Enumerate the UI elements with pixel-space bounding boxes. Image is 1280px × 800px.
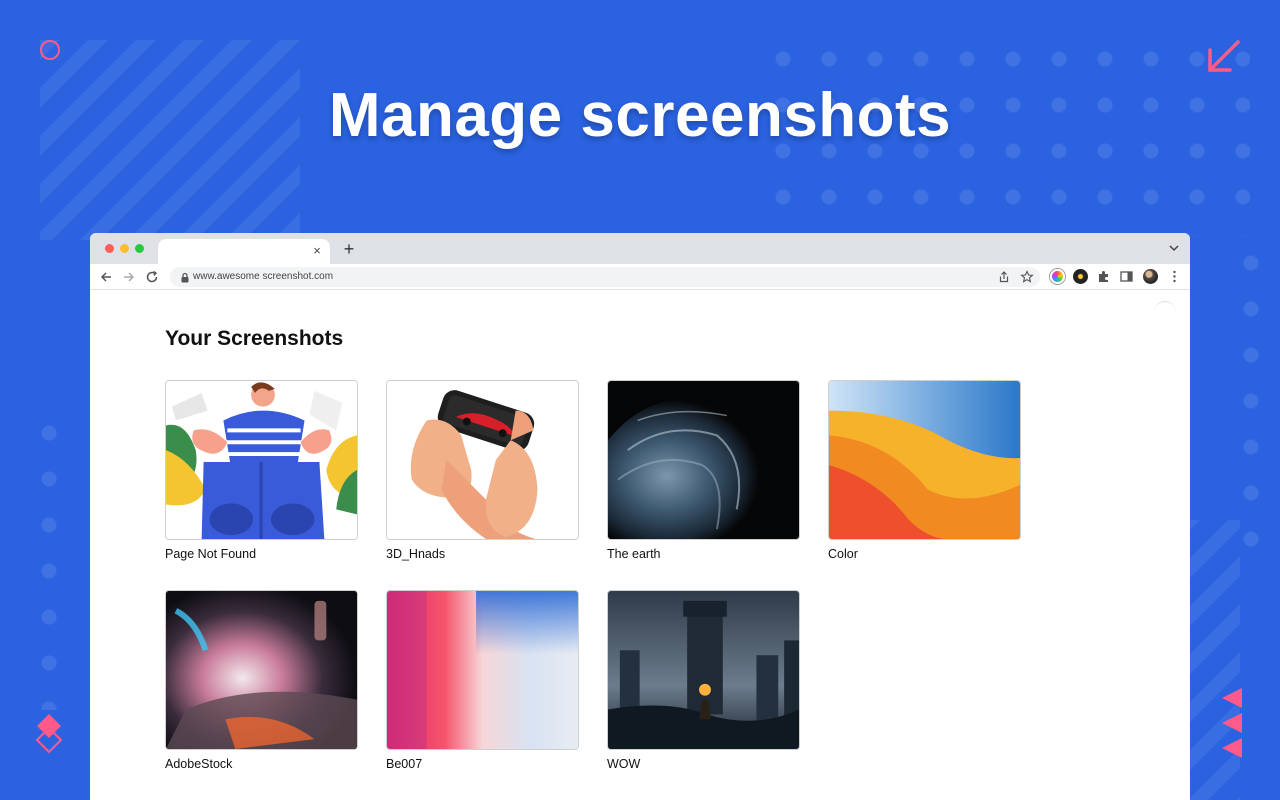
decor-dots-left [26, 410, 76, 710]
lock-icon [181, 272, 189, 283]
chevron-down-icon[interactable] [1168, 242, 1180, 254]
dark-wave-thumbnail[interactable] [607, 380, 800, 540]
triangles-icon [1222, 688, 1242, 758]
screenshot-name[interactable]: Color [828, 547, 1021, 561]
screenshot-card[interactable]: AdobeStock [165, 590, 358, 771]
url-text: www.awesome screenshot.com [193, 271, 334, 282]
headline: Manage screenshots [328, 81, 952, 150]
screenshot-name[interactable]: WOW [607, 757, 800, 771]
minimize-window-button[interactable] [120, 244, 129, 253]
puzzle-extension-icon[interactable] [1096, 269, 1111, 284]
color-waves-thumbnail[interactable] [828, 380, 1021, 540]
share-icon[interactable] [997, 270, 1011, 284]
tab-bar: × + [90, 233, 1190, 264]
screenshot-card[interactable]: Color [828, 380, 1021, 561]
circle-icon [40, 40, 60, 60]
gradient-thumbnail[interactable] [386, 590, 579, 750]
back-arrow-icon[interactable] [98, 269, 114, 285]
close-window-button[interactable] [105, 244, 114, 253]
side-panel-icon[interactable] [1119, 269, 1134, 284]
maximize-window-button[interactable] [135, 244, 144, 253]
screenshot-card[interactable]: Page Not Found [165, 380, 358, 561]
screenshot-card[interactable]: Be007 [386, 590, 579, 771]
avatar[interactable] [1143, 269, 1158, 284]
reload-icon[interactable] [144, 269, 160, 285]
screenshot-name[interactable]: AdobeStock [165, 757, 358, 771]
page-title: Your Screenshots [165, 327, 344, 350]
corner-arc [1154, 301, 1176, 323]
page-content: Your Screenshots Page Not Found 3D_Hnads… [90, 291, 1190, 800]
decor-dots-right [1228, 240, 1274, 560]
screenshot-name[interactable]: Be007 [386, 757, 579, 771]
camera-extension-icon[interactable] [1073, 269, 1088, 284]
forward-arrow-icon[interactable] [121, 269, 137, 285]
screenshot-card[interactable]: The earth [607, 380, 800, 561]
diamond-icon [35, 714, 63, 754]
fantasy-tower-thumbnail[interactable] [607, 590, 800, 750]
tab-active[interactable]: × [158, 239, 330, 264]
arrow-down-left-icon [1208, 40, 1240, 72]
browser-toolbar: www.awesome screenshot.com [90, 264, 1190, 290]
screenshot-card[interactable]: 3D_Hnads [386, 380, 579, 561]
hands-phone-thumbnail[interactable] [386, 380, 579, 540]
screenshot-name[interactable]: Page Not Found [165, 547, 358, 561]
splash-thumbnail[interactable] [165, 590, 358, 750]
color-extension-icon[interactable] [1050, 269, 1065, 284]
screenshot-name[interactable]: 3D_Hnads [386, 547, 579, 561]
screenshot-card[interactable]: WOW [607, 590, 800, 771]
address-bar[interactable]: www.awesome screenshot.com [170, 267, 1040, 287]
tab-close-icon[interactable]: × [310, 244, 324, 258]
browser-window: × + www.awesome screenshot.com Your Scre… [90, 233, 1190, 800]
new-tab-button[interactable]: + [340, 240, 358, 258]
screenshot-name[interactable]: The earth [607, 547, 800, 561]
illustration-thumbnail[interactable] [165, 380, 358, 540]
more-options-icon[interactable] [1167, 269, 1182, 284]
bookmark-star-icon[interactable] [1020, 270, 1034, 284]
